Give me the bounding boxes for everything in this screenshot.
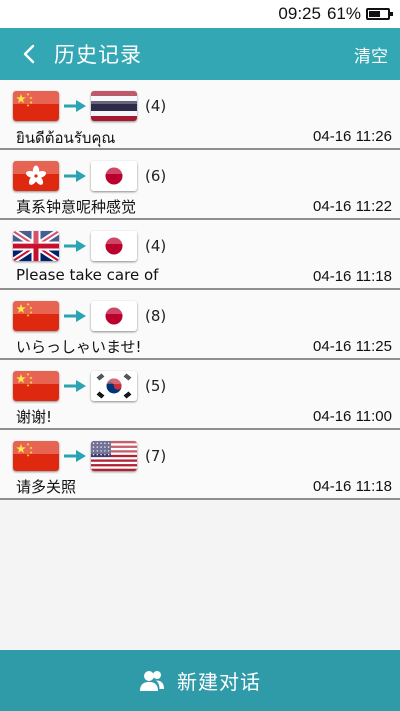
history-list: (4) ยินดีต้อนรับคุณ 04-16 11:26 (6) 真系钟意呢种感觉…: [0, 80, 400, 500]
status-bar: 09:25 61%: [0, 0, 400, 28]
battery-icon: [366, 8, 393, 20]
history-phrase: 真系钟意呢种感觉: [16, 198, 137, 216]
history-timestamp: 04-16 11:22: [313, 198, 392, 215]
language-pair: [13, 301, 137, 331]
language-pair: [13, 231, 137, 261]
message-count: (6): [145, 167, 167, 185]
china-flag: [13, 441, 59, 471]
status-time: 09:25: [278, 4, 321, 23]
history-item[interactable]: (4) ยินดีต้อนรับคุณ 04-16 11:26: [0, 80, 400, 150]
page-title: 历史记录: [54, 43, 142, 67]
back-button[interactable]: [10, 28, 48, 80]
history-timestamp: 04-16 11:18: [313, 478, 392, 495]
china-flag: [13, 91, 59, 121]
history-timestamp: 04-16 11:25: [313, 338, 392, 355]
arrow-right-icon: [59, 231, 91, 261]
users-icon: [140, 670, 164, 691]
japan-flag: [91, 161, 137, 191]
history-item[interactable]: (6) 真系钟意呢种感觉 04-16 11:22: [0, 150, 400, 220]
language-pair: [13, 371, 137, 401]
japan-flag: [91, 231, 137, 261]
language-pair: [13, 91, 137, 121]
new-conversation-button[interactable]: 新建对话: [0, 650, 400, 711]
history-phrase: ยินดีต้อนรับคุณ: [16, 129, 116, 147]
language-pair: [13, 441, 137, 471]
chevron-left-icon: [23, 44, 35, 64]
history-phrase: Please take care of: [16, 266, 159, 284]
usa-flag: [91, 441, 137, 471]
battery-percent: 61%: [326, 4, 361, 23]
history-timestamp: 04-16 11:18: [313, 268, 392, 285]
hong-kong-flag: [13, 161, 59, 191]
arrow-right-icon: [59, 161, 91, 191]
history-item[interactable]: (7) 请多关照 04-16 11:18: [0, 430, 400, 500]
history-item[interactable]: (5) 谢谢! 04-16 11:00: [0, 360, 400, 430]
history-item[interactable]: (8) いらっしゃいませ! 04-16 11:25: [0, 290, 400, 360]
arrow-right-icon: [59, 301, 91, 331]
uk-flag: [13, 231, 59, 261]
china-flag: [13, 301, 59, 331]
language-pair: [13, 161, 137, 191]
history-item[interactable]: (4) Please take care of 04-16 11:18: [0, 220, 400, 290]
message-count: (7): [145, 447, 167, 465]
thailand-flag: [91, 91, 137, 121]
arrow-right-icon: [59, 371, 91, 401]
history-timestamp: 04-16 11:26: [313, 128, 392, 145]
message-count: (5): [145, 377, 167, 395]
history-timestamp: 04-16 11:00: [313, 408, 392, 425]
new-conversation-label: 新建对话: [177, 670, 261, 694]
china-flag: [13, 371, 59, 401]
history-phrase: いらっしゃいませ!: [16, 338, 142, 356]
history-phrase: 谢谢!: [16, 408, 53, 426]
history-phrase: 请多关照: [16, 478, 77, 496]
message-count: (4): [145, 97, 167, 115]
south-korea-flag: [91, 371, 137, 401]
japan-flag: [91, 301, 137, 331]
arrow-right-icon: [59, 441, 91, 471]
arrow-right-icon: [59, 91, 91, 121]
message-count: (4): [145, 237, 167, 255]
message-count: (8): [145, 307, 167, 325]
clear-button[interactable]: 清空: [354, 42, 388, 67]
app-header: 历史记录 清空: [0, 28, 400, 80]
